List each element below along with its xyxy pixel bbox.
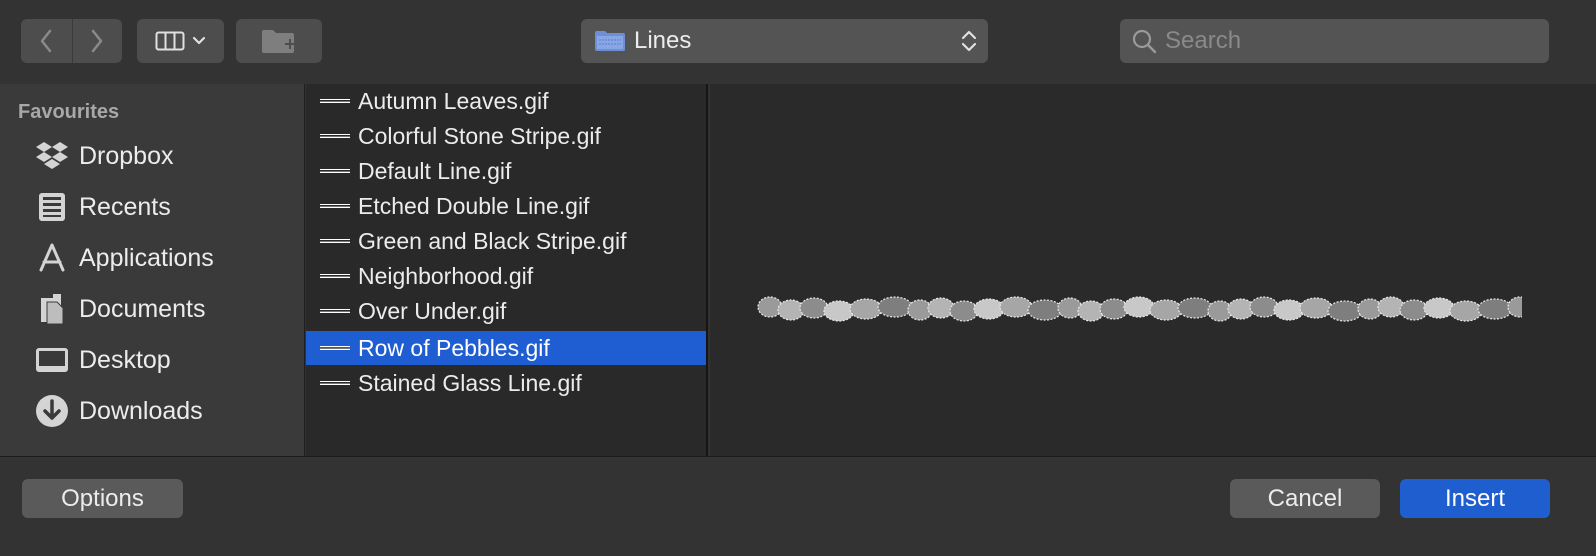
file-name: Default Line.gif — [358, 157, 512, 184]
location-popup[interactable]: Lines — [581, 19, 988, 63]
line-file-icon — [320, 169, 350, 173]
dialog-footer: Options Cancel Insert — [0, 456, 1596, 556]
file-chooser-dialog: Lines Favourites Dropbox Recents A — [0, 0, 1596, 556]
sidebar-item-label: Applications — [79, 243, 214, 272]
toolbar: Lines — [0, 0, 1596, 84]
sidebar-item-label: Dropbox — [79, 141, 174, 170]
updown-chevron-icon — [961, 30, 977, 52]
search-icon — [1132, 29, 1157, 54]
sidebar-item-applications[interactable]: Applications — [34, 238, 294, 278]
line-file-icon — [320, 309, 350, 313]
file-item-green-and-black-stripe[interactable]: Green and Black Stripe.gif — [306, 224, 706, 258]
columns-view-icon — [155, 31, 185, 51]
file-list: Autumn Leaves.gif Colorful Stone Stripe.… — [306, 84, 708, 456]
desktop-icon — [34, 342, 70, 378]
view-mode-button[interactable] — [137, 19, 224, 63]
search-input[interactable] — [1165, 24, 1535, 58]
line-file-icon — [320, 274, 350, 278]
file-item-autumn-leaves[interactable]: Autumn Leaves.gif — [306, 84, 706, 118]
line-file-icon — [320, 99, 350, 103]
new-folder-icon — [262, 30, 295, 53]
sidebar-item-documents[interactable]: Documents — [34, 289, 294, 329]
file-item-colorful-stone-stripe[interactable]: Colorful Stone Stripe.gif — [306, 119, 706, 153]
file-name: Stained Glass Line.gif — [358, 369, 582, 396]
sidebar-item-label: Documents — [79, 294, 206, 323]
pebble-line-preview-image — [757, 296, 1522, 322]
forward-button[interactable] — [71, 19, 123, 63]
folder-icon — [595, 31, 625, 51]
file-item-neighborhood[interactable]: Neighborhood.gif — [306, 259, 706, 293]
new-folder-button[interactable] — [236, 19, 322, 63]
preview-pane — [710, 84, 1596, 456]
line-file-icon — [320, 381, 350, 385]
sidebar: Favourites Dropbox Recents Applications … — [0, 84, 305, 456]
search-field[interactable] — [1120, 19, 1549, 63]
sidebar-item-dropbox[interactable]: Dropbox — [34, 136, 294, 176]
insert-button[interactable]: Insert — [1400, 479, 1550, 518]
line-file-icon — [320, 204, 350, 208]
sidebar-item-recents[interactable]: Recents — [34, 187, 294, 227]
file-item-over-under[interactable]: Over Under.gif — [306, 294, 706, 328]
file-item-etched-double-line[interactable]: Etched Double Line.gif — [306, 189, 706, 223]
back-button[interactable] — [21, 19, 72, 63]
location-label: Lines — [634, 27, 692, 54]
chevron-left-icon — [41, 29, 52, 53]
sidebar-item-desktop[interactable]: Desktop — [34, 340, 294, 380]
documents-icon — [34, 291, 70, 327]
file-item-row-of-pebbles[interactable]: Row of Pebbles.gif — [306, 331, 706, 365]
sidebar-item-label: Downloads — [79, 396, 203, 425]
chevron-down-icon — [192, 36, 206, 45]
applications-icon — [34, 240, 70, 276]
sidebar-heading: Favourites — [18, 101, 120, 123]
line-file-icon — [320, 239, 350, 243]
sidebar-item-label: Recents — [79, 192, 171, 221]
file-name: Autumn Leaves.gif — [358, 87, 549, 114]
line-file-icon — [320, 134, 350, 138]
cancel-button[interactable]: Cancel — [1230, 479, 1380, 518]
navigation-group — [21, 19, 122, 63]
chevron-right-icon — [92, 29, 103, 53]
file-name: Etched Double Line.gif — [358, 192, 590, 219]
file-item-stained-glass-line[interactable]: Stained Glass Line.gif — [306, 366, 706, 400]
file-name: Green and Black Stripe.gif — [358, 227, 627, 254]
file-name: Neighborhood.gif — [358, 262, 534, 289]
dropbox-icon — [34, 138, 70, 174]
sidebar-item-downloads[interactable]: Downloads — [34, 391, 294, 431]
line-file-icon — [320, 346, 350, 350]
downloads-icon — [34, 393, 70, 429]
file-name: Over Under.gif — [358, 297, 507, 324]
sidebar-item-label: Desktop — [79, 345, 171, 374]
file-name: Row of Pebbles.gif — [358, 334, 550, 361]
recents-icon — [34, 189, 70, 225]
file-name: Colorful Stone Stripe.gif — [358, 122, 601, 149]
file-item-default-line[interactable]: Default Line.gif — [306, 154, 706, 188]
options-button[interactable]: Options — [22, 479, 183, 518]
